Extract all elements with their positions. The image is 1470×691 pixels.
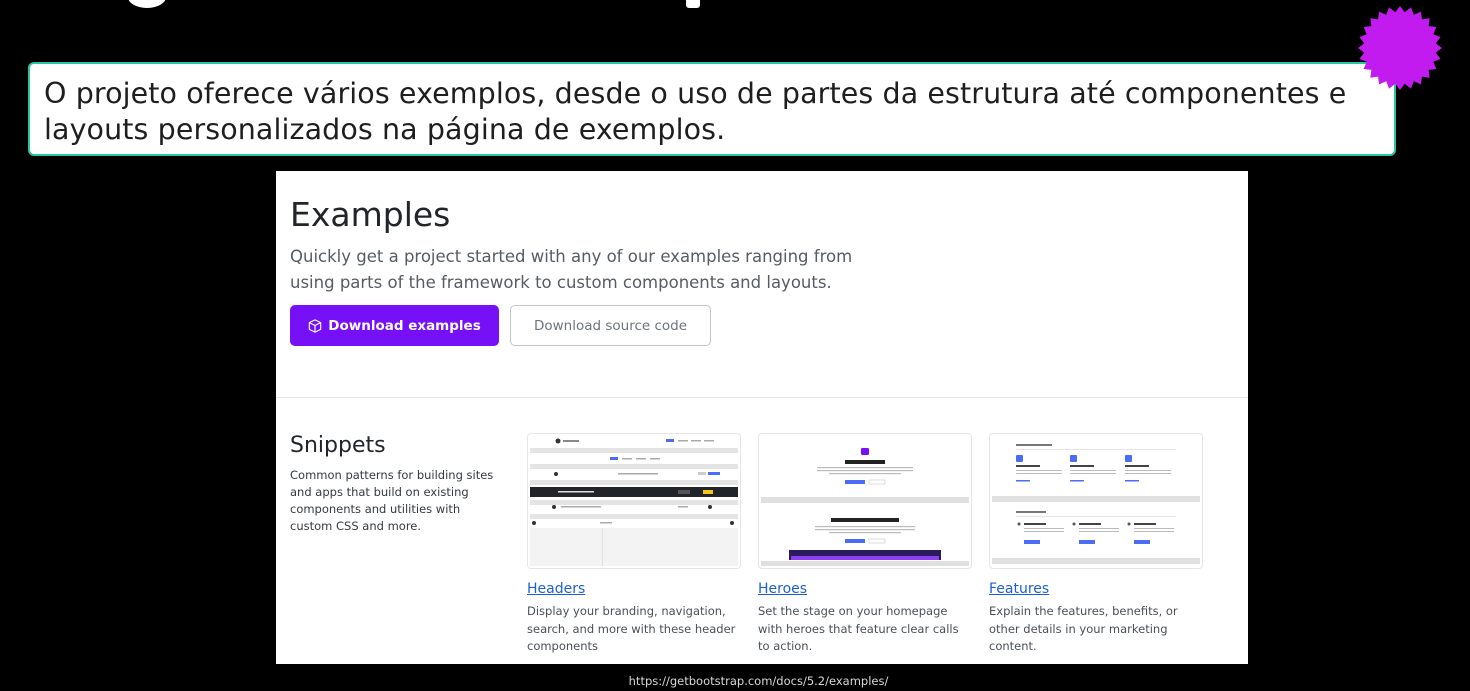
snippet-card-headers: Headers Display your branding, navigatio…: [527, 433, 741, 656]
source-url: https://getbootstrap.com/docs/5.2/exampl…: [628, 674, 889, 688]
page-lead: Quickly get a project started with any o…: [290, 247, 853, 292]
snippet-card-features: Features Explain the features, benefits,…: [989, 433, 1203, 656]
headers-link[interactable]: Headers: [527, 581, 741, 597]
heroes-thumbnail[interactable]: [758, 433, 972, 569]
features-description: Explain the features, benefits, or other…: [989, 604, 1178, 653]
features-link[interactable]: Features: [989, 581, 1203, 597]
headers-preview-image: [530, 438, 738, 566]
examples-page-screenshot: Examples Quickly get a project started w…: [276, 171, 1248, 664]
section-divider: [276, 397, 1248, 398]
features-thumbnail[interactable]: [989, 433, 1203, 569]
download-source-label: Download source code: [533, 317, 688, 334]
starburst-badge-icon: [1358, 6, 1442, 90]
headers-thumbnail[interactable]: [527, 433, 741, 569]
page-title: Examples: [290, 195, 451, 234]
download-source-button[interactable]: Download source code: [510, 305, 711, 346]
features-preview-image: [992, 444, 1200, 564]
snippets-description: Common patterns for building sites and a…: [290, 468, 494, 533]
snippets-title: Snippets: [290, 433, 386, 458]
cropped-heading-fragment: [0, 0, 1470, 8]
download-examples-button[interactable]: Download examples: [290, 305, 499, 346]
download-examples-label: Download examples: [328, 317, 481, 334]
box-icon: [309, 318, 322, 333]
caption-text: O projeto oferece vários exemplos, desde…: [44, 77, 1347, 146]
headers-description: Display your branding, navigation, searc…: [527, 604, 736, 653]
heroes-preview-image: [761, 448, 969, 566]
caption-box: O projeto oferece vários exemplos, desde…: [28, 62, 1396, 156]
heroes-link[interactable]: Heroes: [758, 581, 972, 597]
heroes-description: Set the stage on your homepage with hero…: [758, 604, 959, 653]
snippet-card-heroes: Heroes Set the stage on your homepage wi…: [758, 433, 972, 656]
